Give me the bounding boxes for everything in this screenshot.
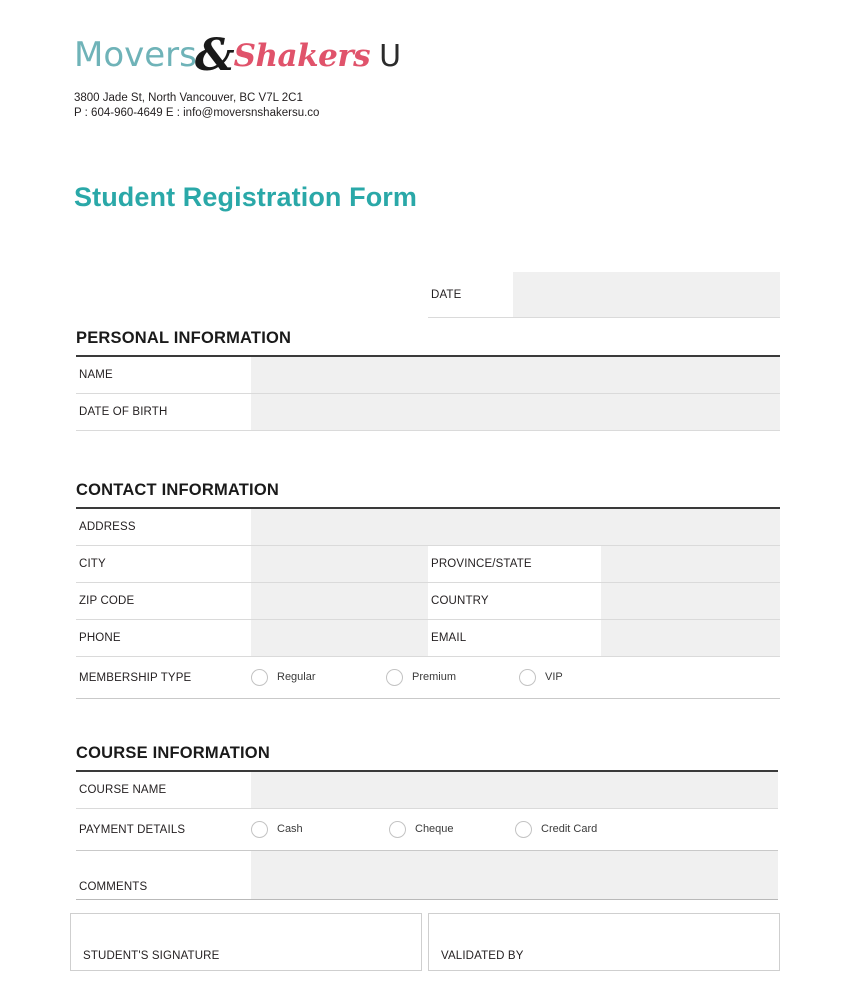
- radio-icon[interactable]: [515, 821, 532, 838]
- radio-icon[interactable]: [251, 821, 268, 838]
- address-line-2: P : 604-960-4649 E : info@moversnshakers…: [74, 107, 320, 119]
- date-section: DATE: [428, 272, 780, 318]
- comments-input[interactable]: [251, 851, 778, 899]
- city-input[interactable]: [251, 546, 428, 582]
- address-input[interactable]: [251, 509, 780, 545]
- zip-code-label: ZIP CODE: [79, 595, 135, 607]
- radio-icon[interactable]: [389, 821, 406, 838]
- city-province-row: CITY PROVINCE/STATE: [76, 546, 780, 583]
- membership-type-label-cell: MEMBERSHIP TYPE: [76, 657, 251, 698]
- payment-details-label-cell: PAYMENT DETAILS: [76, 809, 251, 850]
- date-of-birth-label-cell: DATE OF BIRTH: [76, 394, 251, 430]
- province-state-label-cell: PROVINCE/STATE: [428, 546, 601, 582]
- radio-icon[interactable]: [251, 669, 268, 686]
- radio-icon[interactable]: [519, 669, 536, 686]
- zip-country-row: ZIP CODE COUNTRY: [76, 583, 780, 620]
- name-label: NAME: [79, 369, 113, 381]
- payment-option-cheque-label: Cheque: [415, 822, 454, 835]
- logo-u-text: U: [379, 39, 402, 74]
- country-label-cell: COUNTRY: [428, 583, 601, 619]
- payment-details-label: PAYMENT DETAILS: [79, 823, 186, 836]
- payment-option-cheque[interactable]: Cheque: [389, 821, 515, 838]
- page-title: Student Registration Form: [74, 182, 418, 212]
- phone-label: PHONE: [79, 632, 121, 644]
- logo-ampersand: &: [194, 30, 235, 81]
- date-label-cell: DATE: [428, 272, 513, 317]
- city-label-cell: CITY: [76, 546, 251, 582]
- membership-type-label: MEMBERSHIP TYPE: [79, 671, 192, 684]
- province-state-input[interactable]: [601, 546, 780, 582]
- membership-option-vip[interactable]: VIP: [519, 669, 563, 686]
- comments-label-cell: COMMENTS: [76, 851, 251, 899]
- course-information-heading: COURSE INFORMATION: [76, 744, 270, 762]
- payment-details-radio-group: Cash Cheque Credit Card: [251, 821, 778, 838]
- date-of-birth-label: DATE OF BIRTH: [79, 406, 168, 418]
- phone-input[interactable]: [251, 620, 428, 656]
- personal-information-section: PERSONAL INFORMATION NAME DATE OF BIRTH: [76, 329, 780, 431]
- membership-option-regular[interactable]: Regular: [251, 669, 386, 686]
- course-name-label-cell: COURSE NAME: [76, 772, 251, 808]
- contact-information-section: CONTACT INFORMATION ADDRESS CITY PROVINC…: [76, 481, 780, 699]
- phone-label-cell: PHONE: [76, 620, 251, 656]
- address-line-1: 3800 Jade St, North Vancouver, BC V7L 2C…: [74, 92, 303, 104]
- comments-row: COMMENTS: [76, 851, 778, 900]
- country-label: COUNTRY: [431, 595, 489, 607]
- validated-by-label: VALIDATED BY: [441, 950, 524, 962]
- address-row: ADDRESS: [76, 509, 780, 546]
- email-label: EMAIL: [431, 632, 467, 644]
- logo-wordmark: Movers & Shakers U: [74, 30, 494, 81]
- course-information-section: COURSE INFORMATION COURSE NAME PAYMENT D…: [76, 744, 778, 900]
- contact-information-heading: CONTACT INFORMATION: [76, 481, 279, 499]
- name-label-cell: NAME: [76, 357, 251, 393]
- signature-row: STUDENT'S SIGNATURE VALIDATED BY: [70, 913, 780, 971]
- email-input[interactable]: [601, 620, 780, 656]
- zip-code-label-cell: ZIP CODE: [76, 583, 251, 619]
- date-of-birth-input[interactable]: [251, 394, 780, 430]
- payment-option-cash[interactable]: Cash: [251, 821, 389, 838]
- membership-option-regular-label: Regular: [277, 670, 316, 683]
- course-name-input[interactable]: [251, 772, 778, 808]
- address-label-cell: ADDRESS: [76, 509, 251, 545]
- membership-type-radio-group: Regular Premium VIP: [251, 669, 780, 686]
- payment-option-cash-label: Cash: [277, 822, 303, 835]
- address-label: ADDRESS: [79, 521, 136, 533]
- course-name-row: COURSE NAME: [76, 772, 778, 809]
- name-row: NAME: [76, 357, 780, 394]
- membership-option-premium[interactable]: Premium: [386, 669, 519, 686]
- company-address-block: 3800 Jade St, North Vancouver, BC V7L 2C…: [74, 91, 319, 121]
- student-signature-box[interactable]: STUDENT'S SIGNATURE: [70, 913, 422, 971]
- course-name-label: COURSE NAME: [79, 784, 167, 796]
- zip-code-input[interactable]: [251, 583, 428, 619]
- radio-icon[interactable]: [386, 669, 403, 686]
- payment-option-credit-card-label: Credit Card: [541, 822, 598, 835]
- validated-by-box[interactable]: VALIDATED BY: [428, 913, 780, 971]
- personal-information-heading: PERSONAL INFORMATION: [76, 329, 292, 347]
- membership-option-vip-label: VIP: [545, 670, 563, 683]
- province-state-label: PROVINCE/STATE: [431, 558, 532, 570]
- email-label-cell: EMAIL: [428, 620, 601, 656]
- company-logo: Movers & Shakers U: [74, 30, 494, 81]
- payment-details-row: PAYMENT DETAILS Cash Cheque Credit Card: [76, 809, 778, 851]
- membership-type-row: MEMBERSHIP TYPE Regular Premium VIP: [76, 657, 780, 699]
- comments-label: COMMENTS: [79, 881, 148, 893]
- date-of-birth-row: DATE OF BIRTH: [76, 394, 780, 431]
- country-input[interactable]: [601, 583, 780, 619]
- logo-shakers-text: Shakers: [233, 38, 371, 74]
- city-label: CITY: [79, 558, 106, 570]
- payment-option-credit-card[interactable]: Credit Card: [515, 821, 597, 838]
- student-signature-label: STUDENT'S SIGNATURE: [83, 950, 220, 962]
- phone-email-row: PHONE EMAIL: [76, 620, 780, 657]
- registration-form-page: Movers & Shakers U 3800 Jade St, North V…: [0, 0, 858, 997]
- date-label: DATE: [431, 288, 462, 301]
- name-input[interactable]: [251, 357, 780, 393]
- date-row: DATE: [428, 272, 780, 318]
- logo-movers-text: Movers: [74, 35, 197, 75]
- date-input[interactable]: [513, 272, 780, 317]
- membership-option-premium-label: Premium: [412, 670, 457, 683]
